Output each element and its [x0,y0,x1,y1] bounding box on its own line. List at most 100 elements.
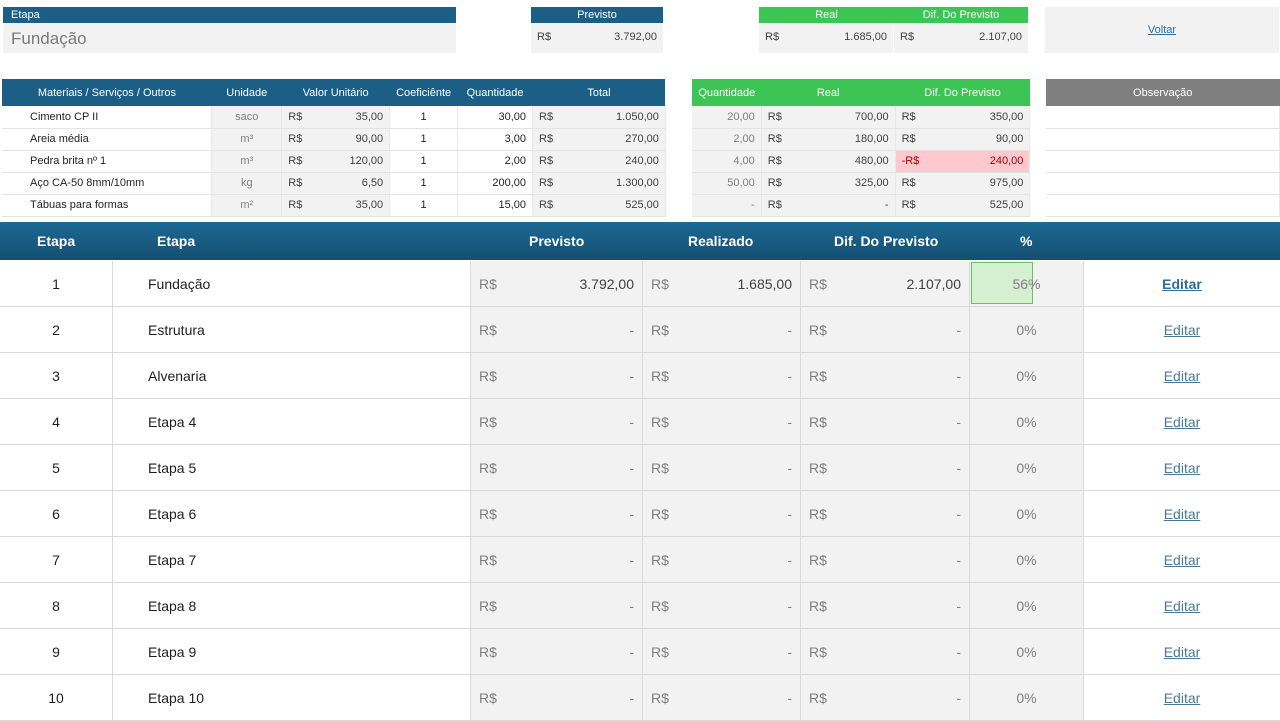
stage-row: 7 Etapa 7 R$ - R$ - R$ -0% Editar [0,537,1280,583]
stage-realizado: R$ - [642,675,800,720]
edit-link[interactable]: Editar [1164,506,1201,522]
edit-link[interactable]: Editar [1162,276,1202,292]
edit-link[interactable]: Editar [1164,552,1201,568]
stage-pct: 0% [969,537,1083,582]
stage-row: 2 Estrutura R$ - R$ - R$ -0% Editar [0,307,1280,353]
stage-pct: 56% [969,261,1083,306]
dif-value: R$ 350,00 [895,106,1031,129]
gap [1029,194,1046,216]
stage-previsto: R$ - [470,491,642,536]
stage-dif: R$ - [800,399,969,444]
observacao-cell[interactable] [1045,128,1280,151]
stage-dif: R$ - [800,583,969,628]
edit-link[interactable]: Editar [1164,414,1201,430]
material-coef: 1 [389,128,459,151]
stage-dif: R$ - [800,491,969,536]
material-unit-price: R$ 35,00 [281,194,391,217]
stage-name: Etapa 9 [113,629,470,674]
stage-realizado: R$ - [642,629,800,674]
stage-dif: R$ - [800,629,969,674]
stage-realizado: R$ - [642,353,800,398]
stage-name: Etapa 5 [113,445,470,490]
material-coef: 1 [389,106,459,129]
stage-edit-cell: Editar [1083,583,1280,628]
gap [665,128,693,150]
real-qty: 50,00 [692,172,762,195]
gap [665,79,693,106]
stage-row: 5 Etapa 5 R$ - R$ - R$ -0% Editar [0,445,1280,491]
voltar-box: Voltar [1045,7,1279,53]
stage-realizado: R$ - [642,307,800,352]
edit-link[interactable]: Editar [1164,598,1201,614]
etapa-value: Fundação [3,23,456,53]
stage-number: 9 [0,629,113,674]
stage-previsto: R$ - [470,445,642,490]
stage-row: 9 Etapa 9 R$ - R$ - R$ -0% Editar [0,629,1280,675]
edit-link[interactable]: Editar [1164,690,1201,706]
col-etapa-name: Etapa [157,233,196,249]
col-previsto: Previsto [529,233,585,249]
real-header: Real Dif. Do Previsto [759,7,1028,23]
edit-link[interactable]: Editar [1164,644,1201,660]
material-name: Aço CA-50 8mm/10mm [2,172,213,195]
stage-dif: R$ - [800,445,969,490]
stage-row: 4 Etapa 4 R$ - R$ - R$ -0% Editar [0,399,1280,445]
observacao-cell[interactable] [1045,150,1280,173]
edit-link[interactable]: Editar [1164,322,1201,338]
voltar-link[interactable]: Voltar [1148,24,1176,36]
real-qty: - [692,194,762,217]
real-value: R$ 325,00 [761,172,896,195]
edit-link[interactable]: Editar [1164,368,1201,384]
stage-edit-cell: Editar [1083,675,1280,720]
observacao-cell[interactable] [1045,106,1280,129]
stage-row: 8 Etapa 8 R$ - R$ - R$ -0% Editar [0,583,1280,629]
material-unit-price: R$ 120,00 [281,150,391,173]
gap [665,172,693,194]
real-label: Real [815,9,838,21]
dif-total: R$ 2.107,00 [894,23,1028,53]
stage-previsto: R$ 3.792,00 [470,261,642,306]
col-dif: Dif. Do Previsto [895,79,1030,106]
observacao-cell[interactable] [1045,172,1280,195]
stages-header: Etapa Etapa Previsto Realizado Dif. Do P… [0,222,1280,260]
stage-pct: 0% [969,583,1083,628]
stage-dif: R$ - [800,307,969,352]
gap [665,150,693,172]
material-qty: 3,00 [457,128,534,151]
stage-dif: R$ 2.107,00 [800,261,969,306]
dif-value: -R$ 240,00 [895,150,1031,173]
material-name: Pedra brita nº 1 [2,150,213,173]
material-total: R$ 270,00 [532,128,666,151]
stage-name: Etapa 6 [113,491,470,536]
gap [665,194,693,216]
dif-value: R$ 90,00 [895,128,1031,151]
previsto-total: R$ 3.792,00 [531,23,663,53]
stage-name: Etapa 7 [113,537,470,582]
stage-name: Estrutura [113,307,470,352]
stage-name: Etapa 10 [113,675,470,720]
material-name: Areia média [2,128,213,151]
material-unit-price: R$ 90,00 [281,128,391,151]
stage-edit-cell: Editar [1083,399,1280,444]
col-unidade: Unidade [211,79,282,106]
col-real: Real [761,79,896,106]
material-unit-price: R$ 6,50 [281,172,391,195]
stage-dif: R$ - [800,353,969,398]
stage-row: 6 Etapa 6 R$ - R$ - R$ -0% Editar [0,491,1280,537]
gap [1029,79,1046,106]
col-realizado: Realizado [688,233,754,249]
gap [1029,106,1046,128]
material-coef: 1 [389,150,459,173]
stage-pct: 0% [969,675,1083,720]
stage-number: 5 [0,445,113,490]
material-qty: 30,00 [457,106,534,129]
material-unit: kg [211,172,283,195]
observacao-cell[interactable] [1045,194,1280,217]
real-qty: 2,00 [692,128,762,151]
stage-pct: 0% [969,399,1083,444]
edit-link[interactable]: Editar [1164,460,1201,476]
stage-pct: 0% [969,445,1083,490]
col-etapa-num: Etapa [37,233,76,249]
stage-number: 3 [0,353,113,398]
real-qty: 4,00 [692,150,762,173]
